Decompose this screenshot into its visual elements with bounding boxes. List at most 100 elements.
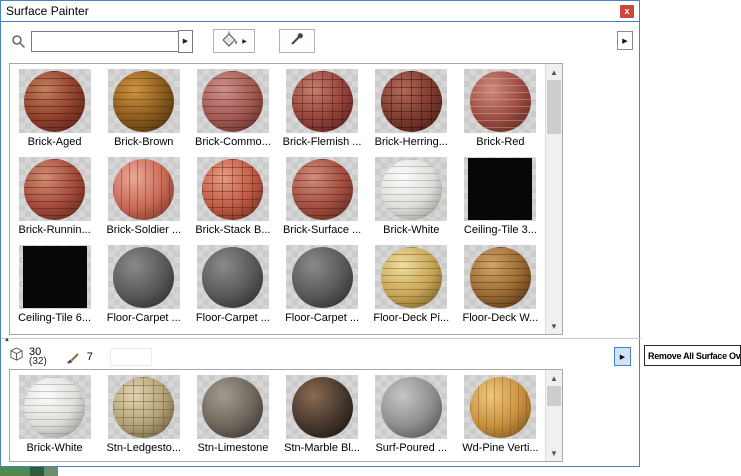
material-label: Brick-Brown (114, 136, 173, 148)
material-preview-sphere (470, 71, 531, 132)
current-surface-swatch (110, 348, 152, 366)
material-tile[interactable]: Brick-Aged (10, 66, 99, 154)
material-thumb (464, 245, 536, 309)
surface-painter-palette: Surface Painter x ▶ ▶ (0, 0, 640, 467)
material-tile[interactable]: Brick-Flemish ... (277, 66, 366, 154)
material-label: Brick-White (383, 224, 439, 236)
paint-bucket-icon (221, 31, 239, 52)
material-thumb (19, 245, 91, 309)
overrides-menu-arrow-icon[interactable]: ▶ (614, 347, 631, 366)
toolbar: ▶ ▶ ▶ (1, 22, 639, 60)
close-icon[interactable]: x (620, 5, 634, 18)
material-preview-sphere (24, 71, 85, 132)
material-label: Stn-Ledgesto... (106, 442, 181, 454)
material-label: Ceiling-Tile 6... (18, 312, 91, 324)
titlebar[interactable]: Surface Painter x (1, 1, 639, 22)
material-tile[interactable]: Wd-Pine Verti... (456, 372, 545, 460)
scroll-down-icon[interactable]: ▼ (546, 318, 562, 334)
material-tile[interactable]: Ceiling-Tile 3... (456, 154, 545, 242)
material-tile[interactable]: Surf-Poured ... (367, 372, 456, 460)
brush-icon (66, 350, 80, 364)
material-tile[interactable]: Brick-Herring... (367, 66, 456, 154)
material-tile[interactable]: Floor-Deck Pi... (367, 242, 456, 330)
material-thumb (464, 157, 536, 221)
scroll-up-icon[interactable]: ▲ (546, 370, 562, 386)
material-preview-sphere (292, 159, 353, 220)
material-thumb (108, 375, 180, 439)
material-preview-sphere (113, 71, 174, 132)
material-tile[interactable]: Brick-Stack B... (188, 154, 277, 242)
material-tile[interactable]: Brick-Soldier ... (99, 154, 188, 242)
material-thumb (286, 157, 358, 221)
material-tile[interactable]: Stn-Marble Bl... (277, 372, 366, 460)
eyedropper-icon (289, 31, 305, 52)
material-thumb (464, 69, 536, 133)
material-tile[interactable]: Brick-Red (456, 66, 545, 154)
search-options-arrow-icon[interactable]: ▶ (178, 30, 193, 53)
material-tile[interactable]: Brick-Commo... (188, 66, 277, 154)
scrollbar-track[interactable] (546, 134, 562, 318)
material-tile[interactable]: Brick-White (367, 154, 456, 242)
material-tile[interactable]: Floor-Carpet ... (99, 242, 188, 330)
scrollbar-thumb[interactable] (547, 386, 561, 406)
scroll-down-icon[interactable]: ▼ (546, 445, 562, 461)
material-label: Stn-Marble Bl... (284, 442, 360, 454)
material-tile[interactable]: Floor-Carpet ... (188, 242, 277, 330)
model-surface-count: 30 (32) (29, 347, 47, 367)
material-preview-sphere (292, 247, 353, 308)
material-tile[interactable]: Ceiling-Tile 6... (10, 242, 99, 330)
material-label: Brick-Herring... (375, 136, 448, 148)
material-label: Wd-Pine Verti... (462, 442, 538, 454)
material-thumb (197, 245, 269, 309)
material-thumb (197, 157, 269, 221)
material-label: Floor-Carpet ... (107, 312, 181, 324)
material-label: Brick-Surface ... (283, 224, 361, 236)
material-label: Floor-Carpet ... (196, 312, 270, 324)
material-thumb (375, 375, 447, 439)
material-preview-sphere (292, 377, 353, 438)
material-preview-flat (468, 158, 532, 220)
material-tile[interactable]: Brick-Runnin... (10, 154, 99, 242)
material-thumb (286, 245, 358, 309)
material-tile[interactable]: Brick-Brown (99, 66, 188, 154)
material-preview-sphere (292, 71, 353, 132)
material-preview-sphere (381, 159, 442, 220)
catalog-scrollbar[interactable]: ▲ ▼ (545, 64, 562, 334)
used-surfaces-scrollbar[interactable]: ▲ ▼ (545, 370, 562, 461)
scroll-up-icon[interactable]: ▲ (546, 64, 562, 80)
material-tile[interactable]: Stn-Limestone (188, 372, 277, 460)
scrollbar-thumb[interactable] (547, 80, 561, 134)
material-thumb (197, 69, 269, 133)
statusbar: 30 (32) 7 ▶ (1, 345, 639, 368)
material-preview-sphere (381, 377, 442, 438)
material-preview-sphere (113, 159, 174, 220)
cube-icon (9, 347, 24, 367)
scrollbar-track[interactable] (546, 406, 562, 445)
material-tile[interactable]: Brick-Surface ... (277, 154, 366, 242)
material-tile[interactable]: Stn-Ledgesto... (99, 372, 188, 460)
pick-surface-button[interactable] (279, 29, 315, 53)
panel-splitter[interactable]: ▲ (1, 338, 641, 345)
paint-surface-button[interactable]: ▶ (213, 29, 255, 53)
panel-options-arrow-icon[interactable]: ▶ (617, 31, 633, 50)
material-label: Floor-Deck Pi... (373, 312, 449, 324)
material-label: Floor-Carpet ... (285, 312, 359, 324)
material-tile[interactable]: Floor-Carpet ... (277, 242, 366, 330)
search-input[interactable] (31, 31, 179, 52)
background-3d-view-sliver (0, 466, 58, 476)
menu-item-remove-all-surface-overrides[interactable]: Remove All Surface Overrides (648, 351, 741, 361)
material-thumb (375, 69, 447, 133)
window-title: Surface Painter (6, 4, 89, 18)
used-surfaces-panel: Brick-White Stn-Ledgesto... Stn-Limestone S… (9, 369, 563, 462)
material-preview-sphere (202, 159, 263, 220)
material-thumb (286, 69, 358, 133)
material-preview-sphere (381, 247, 442, 308)
material-preview-sphere (24, 159, 85, 220)
used-surfaces-grid: Brick-White Stn-Ledgesto... Stn-Limestone S… (10, 370, 545, 461)
material-thumb (375, 157, 447, 221)
material-label: Ceiling-Tile 3... (464, 224, 537, 236)
material-tile[interactable]: Floor-Deck W... (456, 242, 545, 330)
material-tile[interactable]: Brick-White (10, 372, 99, 460)
material-preview-sphere (113, 247, 174, 308)
material-thumb (197, 375, 269, 439)
